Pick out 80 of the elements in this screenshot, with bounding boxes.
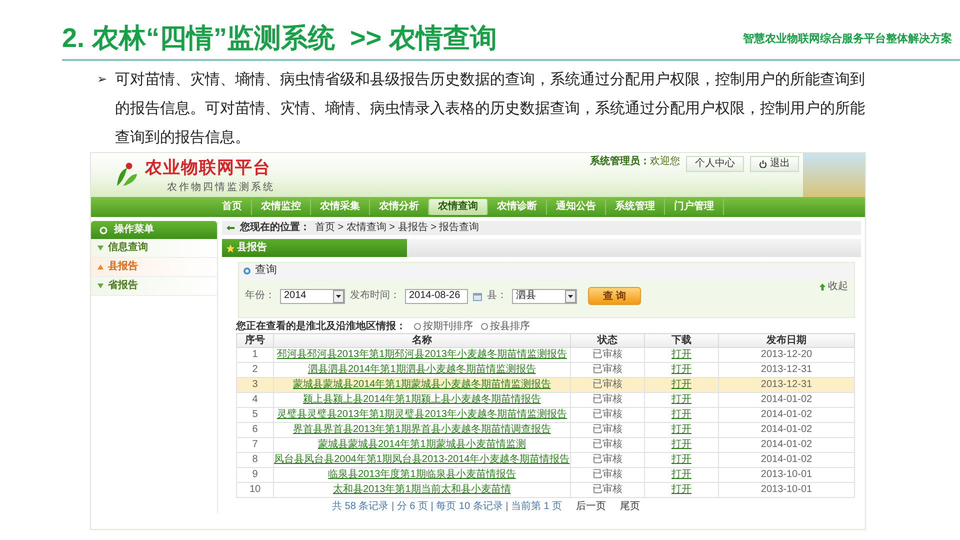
table-cell: 已审核 — [570, 468, 644, 482]
table-row[interactable]: 9 临泉县2013年度第1期临泉县小麦苗情报告 已审核 打开 2013-10-01 — [236, 468, 854, 482]
page-link[interactable]: 尾页 — [620, 501, 640, 513]
platform-title: 农业物联网平台 — [145, 157, 272, 179]
breadcrumb-label: 您现在的位置： — [240, 222, 310, 234]
personal-center-link[interactable]: 个人中心 — [686, 156, 744, 172]
table-cell: 7 — [236, 438, 274, 452]
report-tab[interactable]: 县报告 — [222, 239, 407, 257]
table-cell: 已审核 — [570, 408, 644, 422]
field-label: 县： — [487, 290, 507, 302]
description-text: 可对苗情、灾情、墒情、病虫情省级和县级报告历史数据的查询，系统通过分配用户权限，控制用户的所能查询到的报告信息。可对苗情、灾情、墒情、病虫情录入表格的历史数据查询，系统通过分配用户权限，控制用户的所能查询到的报告信息。 — [115, 70, 866, 148]
column-header: 状态 — [570, 334, 644, 348]
table-cell: 3 — [236, 378, 274, 392]
nav-tab[interactable]: 农情采集 — [311, 199, 370, 215]
sidebar-item[interactable]: 省报告 — [91, 277, 217, 296]
nav-tab[interactable]: 通知公告 — [547, 199, 606, 215]
sidebar-item[interactable]: 县报告 — [91, 258, 217, 277]
sidebar-item[interactable]: 信息查询 — [91, 239, 217, 258]
nav-tab[interactable]: 门户管理 — [665, 199, 724, 215]
sort-radio[interactable]: 按县排序 — [481, 320, 530, 332]
table-cell: 10 — [236, 482, 274, 498]
table-cell: 2013-10-01 — [718, 482, 854, 498]
sort-radio[interactable]: 按期刊排序 — [414, 320, 473, 332]
query-title: 查询 — [255, 264, 277, 278]
table-row[interactable]: 6 界首县界首县2013年第1期界首县小麦越冬期苗情调查报告 已审核 打开 2014-01-02 — [236, 422, 854, 438]
page-link[interactable]: 后一页 — [576, 501, 606, 513]
column-header: 发布日期 — [718, 334, 854, 348]
query-button[interactable]: 查 询 — [588, 287, 641, 305]
sidebar-title: 操作菜单 — [114, 224, 154, 236]
table-cell: 2014-01-02 — [718, 422, 854, 438]
collapse-link[interactable]: 收起 — [819, 281, 848, 293]
table-cell: 2014-01-02 — [718, 392, 854, 408]
column-header: 下载 — [644, 334, 719, 348]
table-cell: 已审核 — [570, 482, 644, 498]
pagination-summary: 共 58 条记录 | 分 6 页 | 每页 10 条记录 | 当前第 1 页 — [332, 501, 562, 513]
bullet-marker: ➢ — [97, 71, 107, 88]
date-field[interactable]: 2014-08-26 — [405, 288, 468, 304]
table-cell: 已审核 — [570, 378, 644, 392]
column-header: 名称 — [274, 334, 570, 348]
table-cell: 4 — [236, 392, 274, 408]
table-row[interactable]: 10 太和县2013年第1期当前太和县小麦苗情 已审核 打开 2013-10-01 — [236, 482, 854, 498]
table-row[interactable]: 7 蒙城县蒙城县2014年第1期蒙城县小麦苗情监测 已审核 打开 2014-01-02 — [236, 438, 854, 452]
nav-tab[interactable]: 系统管理 — [606, 199, 665, 215]
slide-title: 2. 农林“四情”监测系统 >> 农情查询 — [62, 22, 498, 55]
table-cell: 9 — [236, 468, 274, 482]
system-subtitle: 农作物四情监测系统 — [166, 182, 275, 194]
table-cell: 2013-12-31 — [718, 378, 854, 392]
nav-tab[interactable]: 首页 — [213, 199, 252, 215]
table-cell: 1 — [236, 348, 274, 362]
dropdown-field[interactable]: 2014 — [280, 288, 345, 304]
table-cell: 2014-01-02 — [718, 408, 854, 422]
table-row[interactable]: 1 邳河县邳河县2013年第1期邳河县2013年小麦越冬期苗情监测报告 已审核 打开 2013-12-20 — [236, 348, 854, 362]
table-cell: 已审核 — [570, 438, 644, 452]
table-cell: 已审核 — [570, 452, 644, 468]
column-header: 序号 — [236, 334, 274, 348]
table-row[interactable]: 3 蒙城县蒙城县2014年第1期蒙城县小麦越冬期苗情监测报告 已审核 打开 2013-12-31 — [236, 378, 854, 392]
table-row[interactable]: 5 灵璧县灵璧县2013年第1期灵璧县2013年小麦越冬期苗情监测报告 已审核 打开 2014-01-02 — [236, 408, 854, 422]
table-cell: 已审核 — [570, 348, 644, 362]
table-row[interactable]: 8 凤台县凤台县2004年第1期凤台县2013-2014年小麦越冬期苗情报告 已审核 打开 2014-01-02 — [236, 452, 854, 468]
nav-tab[interactable]: 农情诊断 — [488, 199, 547, 215]
table-cell: 已审核 — [570, 422, 644, 438]
user-greeting: 系统管理员：欢迎您 — [590, 156, 680, 168]
breadcrumb-path: 首页 > 农情查询 > 县报告 > 报告查询 — [315, 222, 480, 234]
table-row[interactable]: 4 颍上县颍上县2014年第1期颍上县小麦越冬期苗情报告 已审核 打开 2014-01-02 — [236, 392, 854, 408]
table-cell: 5 — [236, 408, 274, 422]
table-cell: 2013-10-01 — [718, 468, 854, 482]
slide-subtitle: 智慧农业物联网综合服务平台整体解决方案 — [743, 31, 952, 46]
table-cell: 8 — [236, 452, 274, 468]
field-label: 年份： — [245, 290, 275, 302]
field-label: 发布时间： — [350, 290, 400, 302]
nav-tab[interactable]: 农情监控 — [252, 199, 311, 215]
table-cell: 6 — [236, 422, 274, 438]
logout-link[interactable]: 退出 — [750, 156, 799, 172]
nav-tab[interactable]: 农情查询 — [429, 199, 488, 215]
table-cell: 2014-01-02 — [718, 452, 854, 468]
table-cell: 已审核 — [570, 392, 644, 408]
table-caption: 您正在查看的是淮北及沿淮地区情报： — [236, 320, 406, 332]
table-cell: 2013-12-20 — [718, 348, 854, 362]
table-cell: 2014-01-02 — [718, 438, 854, 452]
dropdown-field[interactable]: 泗县 — [512, 288, 577, 304]
